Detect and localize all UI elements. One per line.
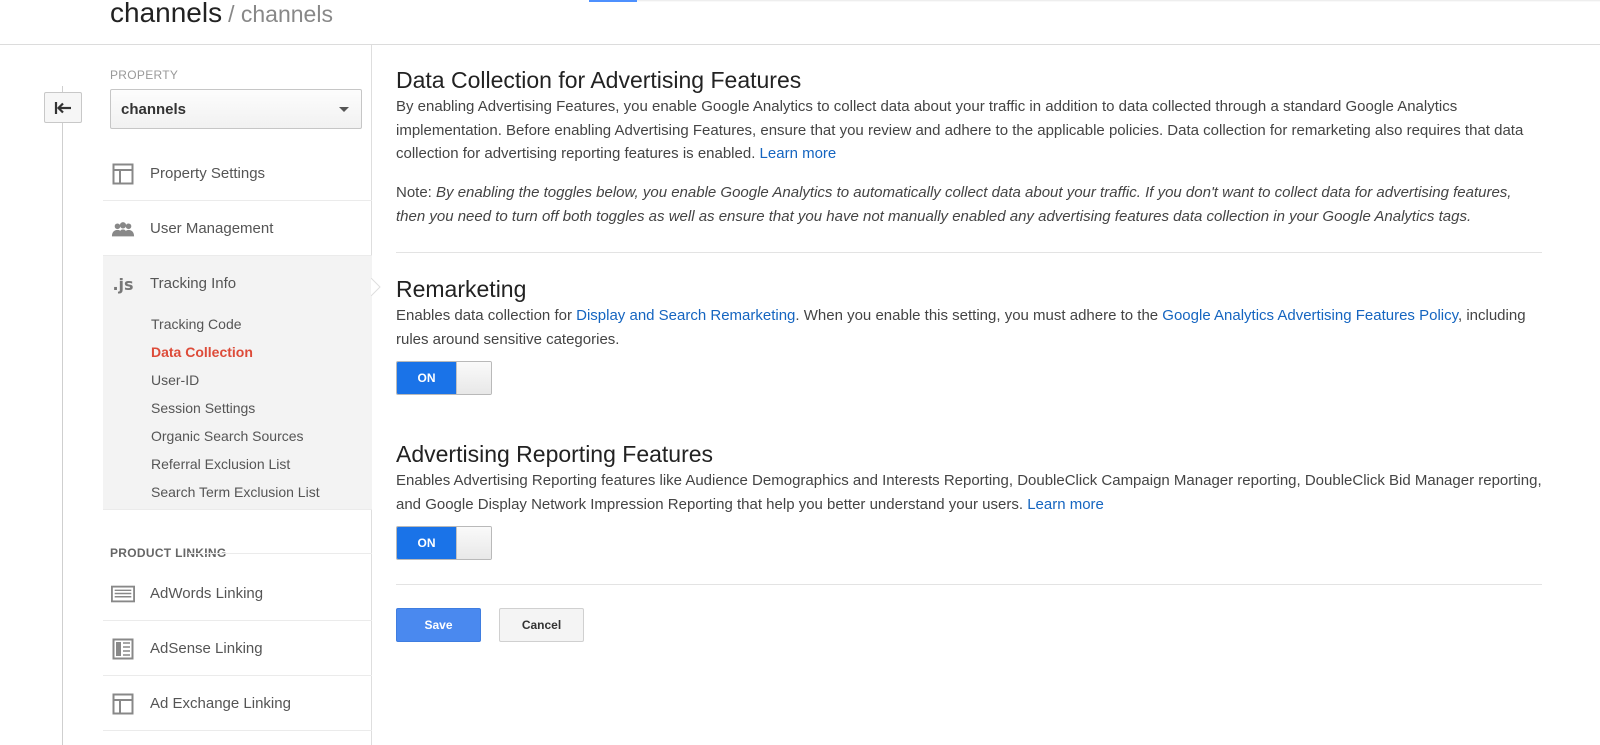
advertising-reporting-text: Enables Advertising Reporting features l… — [396, 472, 1542, 513]
cancel-button[interactable]: Cancel — [499, 608, 584, 642]
caret-down-icon — [339, 107, 349, 112]
toggle-knob — [456, 527, 491, 559]
sidebar-item-adwords-linking[interactable]: AdWords Linking — [103, 566, 372, 621]
layout-icon — [111, 163, 135, 185]
data-collection-title: Data Collection for Advertising Features — [396, 67, 802, 93]
sidebar-item-adexchange-linking[interactable]: Ad Exchange Linking — [103, 676, 372, 731]
back-button[interactable] — [44, 92, 82, 123]
subnav-item-session-settings[interactable]: Session Settings — [151, 400, 255, 416]
sidebar-item-user-management[interactable]: User Management — [103, 201, 372, 256]
data-collection-note: Note: By enabling the toggles below, you… — [396, 181, 1542, 228]
header-shadow — [637, 0, 1600, 2]
admin-sidebar: PROPERTY channels Property Settings User… — [103, 45, 372, 745]
note-text: By enabling the toggles below, you enabl… — [396, 184, 1512, 225]
subnav-item-referral-exclusion-list[interactable]: Referral Exclusion List — [151, 456, 290, 472]
advertising-features-policy-link[interactable]: Google Analytics Advertising Features Po… — [1162, 307, 1458, 324]
main-content: Data Collection for Advertising Features… — [396, 45, 1542, 745]
js-icon: .js — [112, 274, 134, 294]
active-pointer-icon — [371, 278, 381, 296]
remarketing-title: Remarketing — [396, 276, 527, 302]
page-title-text: channels — [110, 0, 223, 28]
property-select[interactable]: channels — [110, 89, 362, 129]
advertising-reporting-body: Enables Advertising Reporting features l… — [396, 469, 1542, 516]
sidebar-item-label: Property Settings — [150, 165, 266, 182]
users-icon — [111, 218, 135, 240]
learn-more-link[interactable]: Learn more — [760, 145, 837, 162]
sidebar-item-label: AdWords Linking — [150, 585, 264, 602]
section-divider — [396, 252, 1542, 253]
toggle-knob — [456, 362, 491, 394]
back-arrow-icon — [54, 101, 71, 114]
header-active-indicator — [589, 0, 637, 2]
learn-more-link[interactable]: Learn more — [1027, 496, 1104, 513]
advertising-reporting-toggle[interactable]: ON — [396, 526, 492, 560]
section-divider — [396, 584, 1542, 585]
breadcrumb[interactable]: / channels — [228, 1, 333, 27]
subnav-item-organic-search-sources[interactable]: Organic Search Sources — [151, 428, 304, 444]
section-divider — [188, 553, 372, 554]
sidebar-item-label: AdSense Linking — [150, 640, 263, 657]
subnav-item-user-id[interactable]: User-ID — [151, 372, 199, 388]
remarketing-text: . When you enable this setting, you must… — [795, 307, 1159, 324]
adexchange-icon — [111, 693, 135, 715]
advertising-reporting-title: Advertising Reporting Features — [396, 441, 714, 467]
adsense-icon — [111, 638, 135, 660]
rail-line — [62, 86, 63, 745]
toggle-on-label: ON — [397, 527, 456, 559]
property-heading: PROPERTY — [110, 68, 179, 82]
sidebar-item-tracking-info[interactable]: .js Tracking Info Tracking Code Data Col… — [103, 256, 372, 510]
page-title: channels / channels — [110, 0, 333, 29]
remarketing-toggle[interactable]: ON — [396, 361, 492, 395]
toggle-on-label: ON — [397, 362, 456, 394]
adwords-icon — [111, 583, 135, 605]
subnav-item-tracking-code[interactable]: Tracking Code — [151, 316, 242, 332]
data-collection-text: By enabling Advertising Features, you en… — [396, 98, 1524, 162]
sidebar-item-property-settings[interactable]: Property Settings — [103, 146, 372, 201]
property-select-value: channels — [121, 101, 187, 118]
note-label: Note: — [396, 184, 432, 201]
remarketing-body: Enables data collection for Display and … — [396, 304, 1542, 351]
page-header: channels / channels — [0, 0, 1600, 45]
sidebar-item-adsense-linking[interactable]: AdSense Linking — [103, 621, 372, 676]
display-search-remarketing-link[interactable]: Display and Search Remarketing — [576, 307, 795, 324]
subnav-item-search-term-exclusion-list[interactable]: Search Term Exclusion List — [151, 484, 320, 500]
sidebar-item-label: User Management — [150, 220, 274, 237]
subnav-item-data-collection[interactable]: Data Collection — [151, 344, 253, 360]
remarketing-text: Enables data collection for — [396, 307, 572, 324]
data-collection-body: By enabling Advertising Features, you en… — [396, 95, 1542, 166]
save-button[interactable]: Save — [396, 608, 481, 642]
sidebar-item-label: Ad Exchange Linking — [150, 695, 291, 712]
sidebar-item-label: Tracking Info — [150, 275, 237, 292]
